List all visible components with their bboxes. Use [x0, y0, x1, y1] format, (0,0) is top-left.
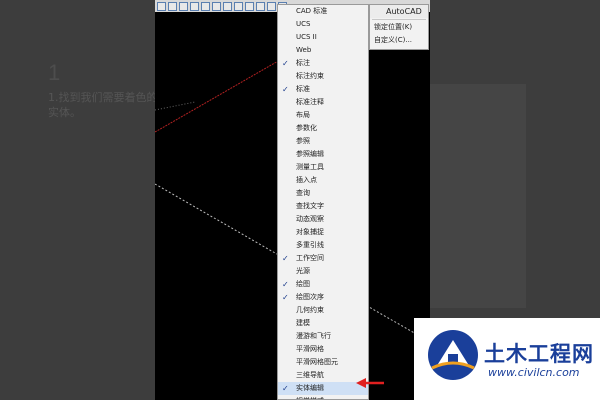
checkmark-icon: ✓ [282, 384, 289, 393]
menu-item-label: 三维导航 [296, 371, 324, 379]
checkmark-icon: ✓ [282, 85, 289, 94]
menu-item-label: 参数化 [296, 124, 317, 132]
site-watermark: 土木工程网 www.civilcn.com [414, 318, 600, 400]
toolbar-button-icon[interactable] [190, 1, 199, 11]
menu-item[interactable]: Web [278, 44, 368, 57]
checkmark-icon: ✓ [282, 293, 289, 302]
menu-item[interactable]: ✓ 标注 [278, 57, 368, 70]
step-text: 1.找到我们需要着色的实体。 [48, 91, 158, 119]
toolbar-button-icon[interactable] [256, 1, 265, 11]
submenu-item-lock-position[interactable]: 锁定位置(K) [370, 21, 428, 34]
menu-item-label: 布局 [296, 111, 310, 119]
menu-item[interactable]: 视觉样式 [278, 395, 368, 399]
menu-item-label: CAD 标准 [296, 7, 328, 15]
menu-item[interactable]: ✓ 绘图次序 [278, 291, 368, 304]
menu-item-label: 几何约束 [296, 306, 324, 314]
menu-item-label: 测量工具 [296, 163, 324, 171]
menu-item[interactable]: CAD 标准 [278, 5, 368, 18]
menu-item[interactable]: 标注约束 [278, 70, 368, 83]
checkmark-icon: ✓ [282, 254, 289, 263]
step-number: 1 [48, 60, 61, 85]
menu-item[interactable]: 平滑网格 [278, 343, 368, 356]
toolbar-button-icon[interactable] [201, 1, 210, 11]
menu-item-label: 平滑网格图元 [296, 358, 338, 366]
menu-item-label: 光源 [296, 267, 310, 275]
menu-item[interactable]: ✓ 实体编辑 [278, 382, 368, 395]
menu-item[interactable]: ✓ 标准 [278, 83, 368, 96]
toolbar-button-icon[interactable] [212, 1, 221, 11]
menu-item[interactable]: UCS II [278, 31, 368, 44]
menu-item-label: 参照编辑 [296, 150, 324, 158]
toolbar-button-icon[interactable] [234, 1, 243, 11]
menu-item[interactable]: 参照编辑 [278, 148, 368, 161]
menu-item-label: 工作空间 [296, 254, 324, 262]
watermark-url: www.civilcn.com [488, 366, 580, 379]
toolbar-button-icon[interactable] [223, 1, 232, 11]
menu-item-label: UCS [296, 20, 311, 28]
menu-item-label: 插入点 [296, 176, 317, 184]
menu-item-label: Web [296, 46, 312, 54]
menu-item[interactable]: UCS [278, 18, 368, 31]
background-panel [430, 84, 526, 308]
civilcn-logo-icon [428, 330, 478, 380]
menu-item-label: 绘图次序 [296, 293, 324, 301]
toolbar-button-icon[interactable] [245, 1, 254, 11]
toolbar-context-menu: CAD 标准 UCS UCS II Web ✓ 标注标注约束 ✓ 标准标准注释布局参数化参照参… [277, 4, 369, 400]
menu-item-label: 标准注释 [296, 98, 324, 106]
watermark-title: 土木工程网 [484, 342, 594, 366]
menu-item[interactable]: 多重引线 [278, 239, 368, 252]
menu-item-label: 查找文字 [296, 202, 324, 210]
submenu-header[interactable]: AutoCAD [370, 5, 428, 18]
menu-item[interactable]: ✓ 工作空间 [278, 252, 368, 265]
menu-item[interactable]: 漫游和飞行 [278, 330, 368, 343]
autocad-submenu: AutoCAD 锁定位置(K) 自定义(C)... [369, 4, 429, 50]
menu-item-label: UCS II [296, 33, 317, 41]
menu-item-label: 标注约束 [296, 72, 324, 80]
menu-item-label: 动态观察 [296, 215, 324, 223]
checkmark-icon: ✓ [282, 59, 289, 68]
menu-item[interactable]: 平滑网格图元 [278, 356, 368, 369]
menu-item-label: 平滑网格 [296, 345, 324, 353]
menu-item[interactable]: 查询 [278, 187, 368, 200]
menu-item[interactable]: 三维导航 [278, 369, 368, 382]
red-arrow-icon [356, 378, 384, 388]
submenu-divider [372, 19, 426, 20]
menu-item[interactable]: 测量工具 [278, 161, 368, 174]
menu-item-label: 对象捕捉 [296, 228, 324, 236]
menu-item-label: 漫游和飞行 [296, 332, 331, 340]
menu-item-label: 绘图 [296, 280, 310, 288]
toolbar-button-icon[interactable] [267, 1, 276, 11]
checkmark-icon: ✓ [282, 280, 289, 289]
menu-item-label: 多重引线 [296, 241, 324, 249]
menu-item[interactable]: 参照 [278, 135, 368, 148]
menu-item-label: 参照 [296, 137, 310, 145]
menu-item[interactable]: 布局 [278, 109, 368, 122]
menu-item[interactable]: 查找文字 [278, 200, 368, 213]
menu-item[interactable]: 动态观察 [278, 213, 368, 226]
menu-item[interactable]: 对象捕捉 [278, 226, 368, 239]
toolbar-button-icon[interactable] [168, 1, 177, 11]
toolbar-button-icon[interactable] [179, 1, 188, 11]
menu-item-label: 建模 [296, 319, 310, 327]
menu-item[interactable]: 光源 [278, 265, 368, 278]
menu-item-label: 标准 [296, 85, 310, 93]
menu-item[interactable]: 几何约束 [278, 304, 368, 317]
menu-item[interactable]: ✓ 绘图 [278, 278, 368, 291]
faint-line [155, 101, 196, 111]
menu-item-label: 实体编辑 [296, 384, 324, 392]
menu-item[interactable]: 建模 [278, 317, 368, 330]
menu-item[interactable]: 插入点 [278, 174, 368, 187]
menu-item[interactable]: 标准注释 [278, 96, 368, 109]
menu-item-label: 标注 [296, 59, 310, 67]
submenu-item-customize[interactable]: 自定义(C)... [370, 34, 428, 47]
menu-item-label: 查询 [296, 189, 310, 197]
menu-item[interactable]: 参数化 [278, 122, 368, 135]
toolbar-button-icon[interactable] [157, 1, 166, 11]
red-axis-line [155, 59, 281, 133]
